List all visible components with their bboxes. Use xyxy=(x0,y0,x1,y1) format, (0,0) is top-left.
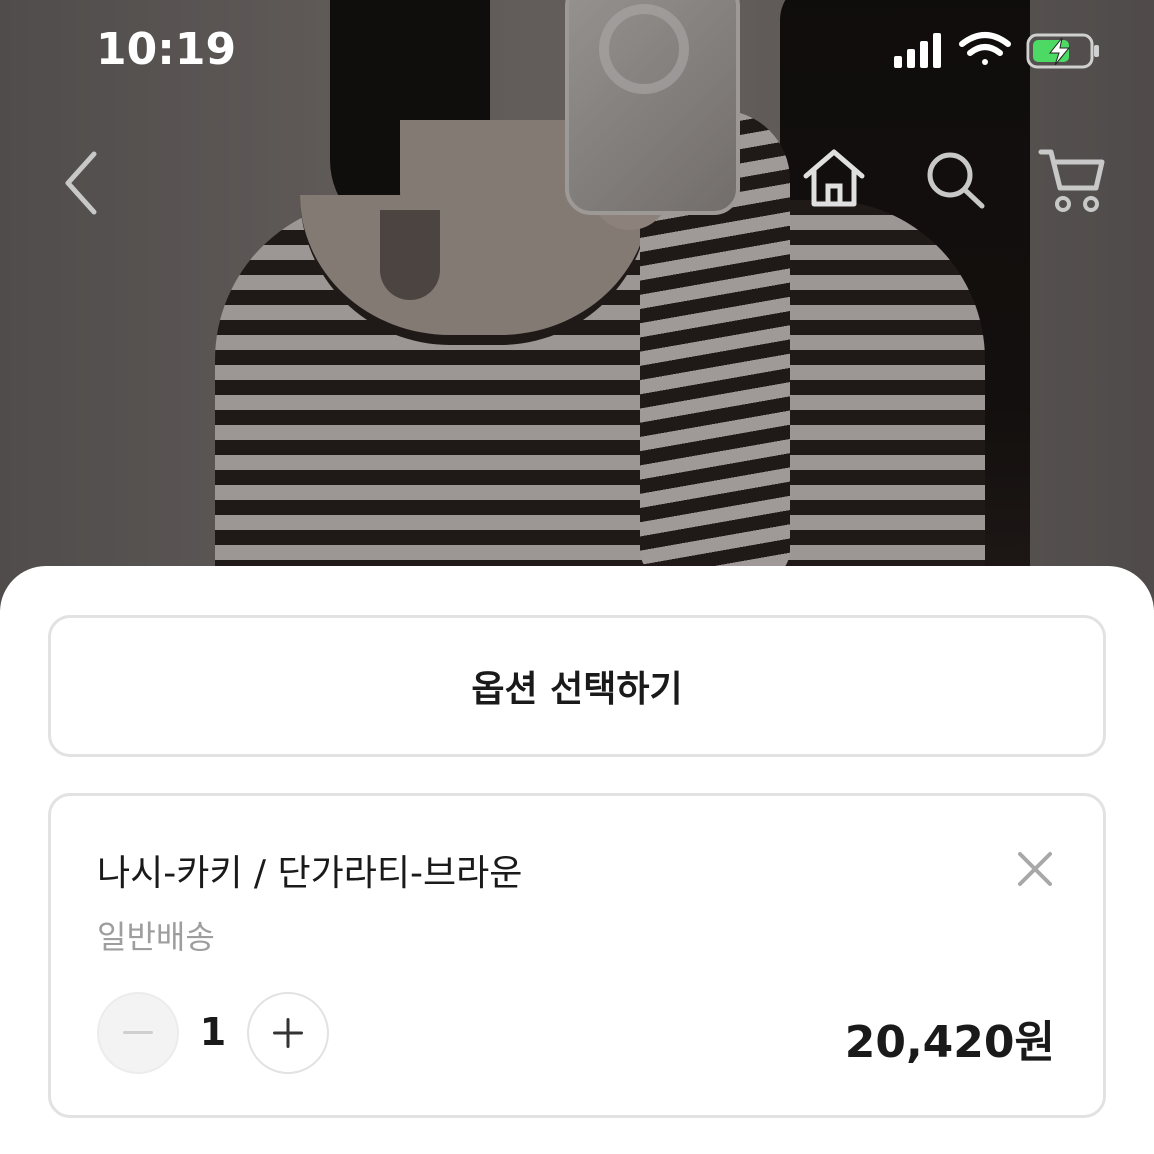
home-icon xyxy=(803,149,865,207)
item-option-name: 나시-카키 / 단가라티-브라운 xyxy=(97,853,523,894)
home-button[interactable] xyxy=(800,146,868,210)
search-icon xyxy=(927,152,985,209)
search-button[interactable] xyxy=(922,148,988,212)
wifi-icon xyxy=(959,32,1011,65)
battery-charging-icon xyxy=(1026,33,1099,69)
cellular-signal-icon xyxy=(894,33,941,68)
status-icons xyxy=(892,30,1102,70)
back-button[interactable] xyxy=(58,148,108,218)
quantity-increase-button[interactable] xyxy=(247,992,329,1074)
product-photo xyxy=(0,0,1154,610)
quantity-decrease-button[interactable] xyxy=(97,992,179,1074)
select-option-label: 옵션 선택하기 xyxy=(471,669,683,710)
product-screen: 10:19 옵션 선택하기 나시-카키 / 단가라티-브라운 일반배송 1 20… xyxy=(0,0,1154,1154)
select-option-button[interactable]: 옵션 선택하기 xyxy=(48,615,1106,757)
item-shipping-type: 일반배송 xyxy=(97,918,215,956)
dim-overlay[interactable] xyxy=(0,0,1154,610)
close-icon xyxy=(1018,852,1052,886)
status-time: 10:19 xyxy=(96,24,237,75)
cart-button[interactable] xyxy=(1038,146,1108,214)
cart-icon xyxy=(1038,149,1105,212)
selected-item-card: 나시-카키 / 단가라티-브라운 일반배송 1 20,420원 xyxy=(48,793,1106,1118)
remove-item-button[interactable] xyxy=(1016,850,1054,888)
quantity-value: 1 xyxy=(199,1010,227,1054)
item-price: 20,420원 xyxy=(844,1017,1055,1068)
plus-icon xyxy=(273,1018,303,1048)
back-chevron-icon xyxy=(65,151,97,215)
minus-icon xyxy=(123,1031,153,1034)
